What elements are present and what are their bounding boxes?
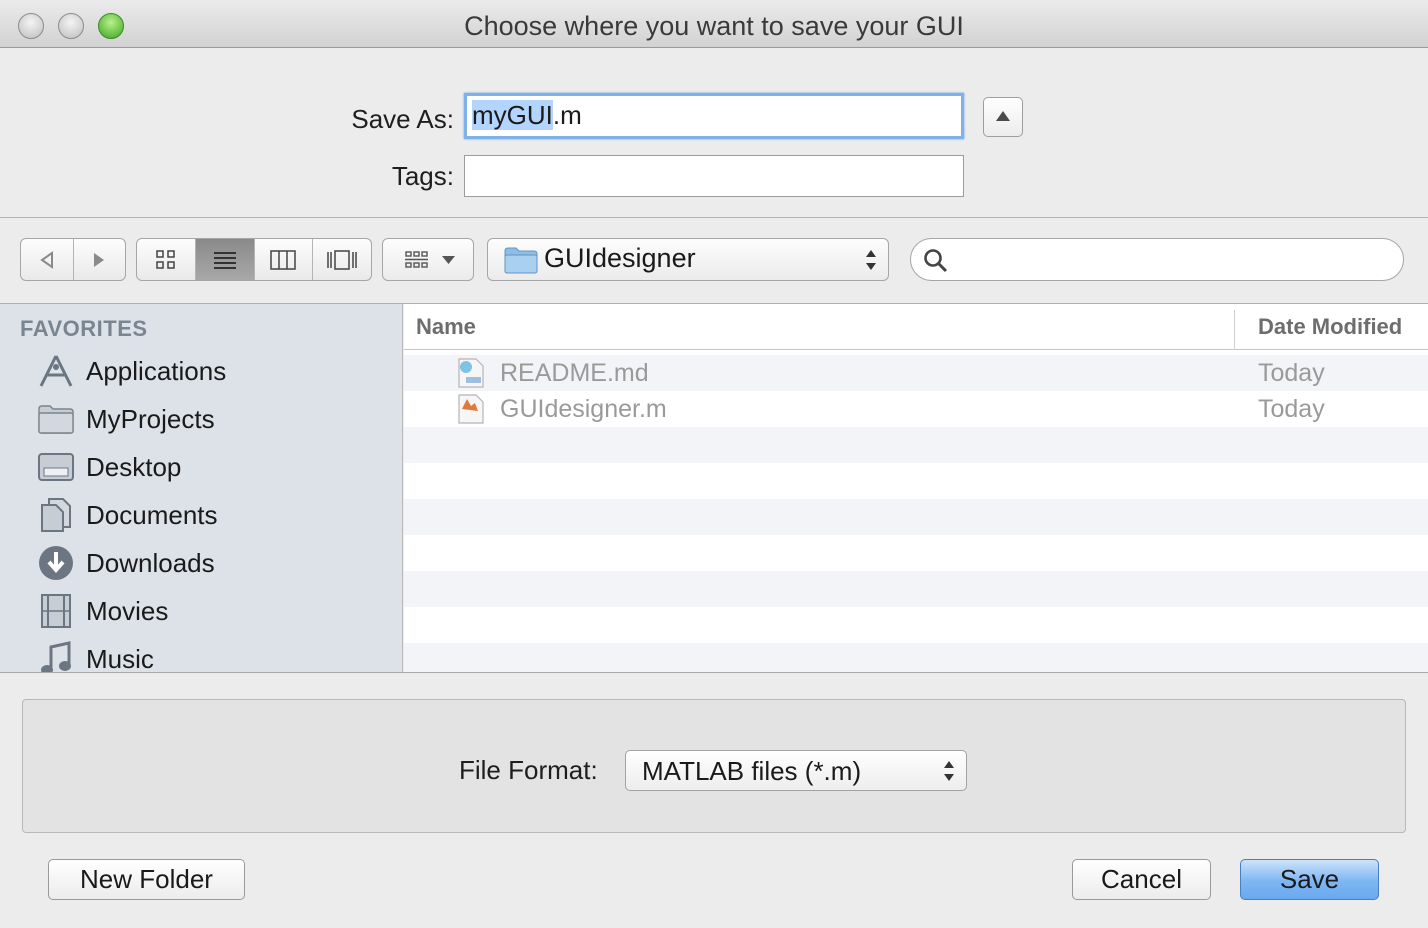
sidebar-item-movies[interactable]: Movies: [36, 591, 168, 631]
empty-row: [404, 427, 1428, 463]
cover-flow-view-button[interactable]: [313, 239, 371, 280]
documents-icon: [36, 497, 76, 533]
sidebar-item-label: MyProjects: [86, 403, 215, 434]
arrange-menu-button[interactable]: [382, 238, 474, 281]
column-divider: [1234, 310, 1235, 350]
icon-view-button[interactable]: [137, 239, 196, 280]
browser-toolbar: GUIdesigner: [0, 218, 1428, 304]
dialog-footer: File Format: MATLAB files (*.m) New Fold…: [0, 672, 1428, 928]
sidebar-item-applications[interactable]: Applications: [36, 351, 226, 391]
empty-row: [404, 571, 1428, 607]
file-row[interactable]: GUIdesigner.m Today: [404, 391, 1428, 427]
window-title: Choose where you want to save your GUI: [464, 11, 964, 41]
triangle-up-icon: [996, 111, 1010, 121]
downloads-icon: [36, 545, 76, 581]
sidebar-item-myprojects[interactable]: MyProjects: [36, 399, 215, 439]
folder-icon: [504, 247, 538, 274]
file-format-select[interactable]: MATLAB files (*.m): [625, 750, 967, 791]
sidebar-item-label: Applications: [86, 355, 227, 386]
sidebar-item-downloads[interactable]: Downloads: [36, 543, 215, 583]
sidebar-item-label: Documents: [86, 499, 218, 530]
sidebar-item-label: Movies: [86, 595, 169, 626]
forward-button[interactable]: [74, 239, 126, 280]
file-date: Today: [1258, 395, 1325, 423]
sidebar: FAVORITES Applications MyProjects Deskto…: [0, 304, 403, 672]
chevron-right-icon: [94, 252, 105, 267]
view-mode-control: [136, 238, 372, 281]
location-label: GUIdesigner: [544, 243, 696, 273]
list-view-button[interactable]: [195, 239, 255, 280]
collapse-dialog-button[interactable]: [983, 97, 1023, 137]
markdown-file-icon: [456, 357, 486, 389]
applications-icon: [36, 353, 76, 389]
matlab-file-icon: [456, 393, 486, 425]
empty-row: [404, 499, 1428, 535]
column-view-button[interactable]: [255, 239, 314, 280]
search-field[interactable]: [910, 238, 1404, 281]
save-options-area: Save As: myGUI.m Tags:: [0, 48, 1428, 218]
favorites-heading: FAVORITES: [20, 316, 148, 341]
movies-icon: [36, 593, 76, 629]
tags-input[interactable]: [464, 155, 964, 197]
empty-row: [404, 535, 1428, 571]
updown-arrows-icon: [866, 250, 876, 270]
location-popup[interactable]: GUIdesigner: [487, 238, 889, 281]
empty-row: [404, 463, 1428, 499]
search-icon: [924, 249, 948, 273]
back-forward-control: [20, 238, 126, 281]
cover-flow-icon: [327, 249, 357, 270]
file-format-label: File Format:: [459, 755, 598, 785]
save-button[interactable]: Save: [1240, 859, 1379, 900]
music-icon: [36, 641, 76, 672]
sidebar-item-label: Desktop: [86, 451, 182, 482]
title-bar: Choose where you want to save your GUI: [0, 0, 1428, 48]
file-name: GUIdesigner.m: [500, 395, 667, 423]
file-date: Today: [1258, 359, 1325, 387]
sidebar-item-desktop[interactable]: Desktop: [36, 447, 181, 487]
sidebar-item-label: Music: [86, 643, 154, 673]
file-format-value: MATLAB files (*.m): [642, 756, 862, 786]
file-list-header: Name Date Modified: [404, 304, 1428, 350]
icon-view-icon: [156, 249, 175, 269]
desktop-icon: [36, 449, 76, 485]
sidebar-item-documents[interactable]: Documents: [36, 495, 218, 535]
sidebar-item-music[interactable]: Music: [36, 639, 154, 672]
column-view-icon: [270, 249, 297, 270]
save-as-input[interactable]: myGUI.m: [464, 93, 964, 139]
column-header-name[interactable]: Name: [416, 314, 476, 340]
chevron-left-icon: [40, 250, 53, 269]
back-button[interactable]: [21, 239, 74, 280]
accessory-panel: File Format: MATLAB files (*.m): [22, 699, 1406, 833]
file-name: README.md: [500, 359, 649, 387]
updown-arrows-icon: [944, 761, 954, 781]
save-as-extension: .m: [552, 100, 582, 130]
save-as-label: Save As:: [351, 104, 454, 134]
sidebar-item-label: Downloads: [86, 547, 215, 578]
save-as-selected-text: myGUI: [472, 100, 553, 130]
arrange-icon: [405, 251, 455, 268]
file-list: Name Date Modified README.md Today GUIde…: [404, 304, 1428, 672]
tags-label: Tags:: [391, 161, 454, 191]
folder-icon: [36, 401, 76, 437]
new-folder-button[interactable]: New Folder: [48, 859, 245, 900]
file-row[interactable]: README.md Today: [404, 355, 1428, 391]
cancel-button[interactable]: Cancel: [1072, 859, 1211, 900]
column-header-date-modified[interactable]: Date Modified: [1258, 314, 1402, 340]
list-view-icon: [213, 251, 236, 269]
empty-row: [404, 643, 1428, 672]
empty-row: [404, 607, 1428, 643]
